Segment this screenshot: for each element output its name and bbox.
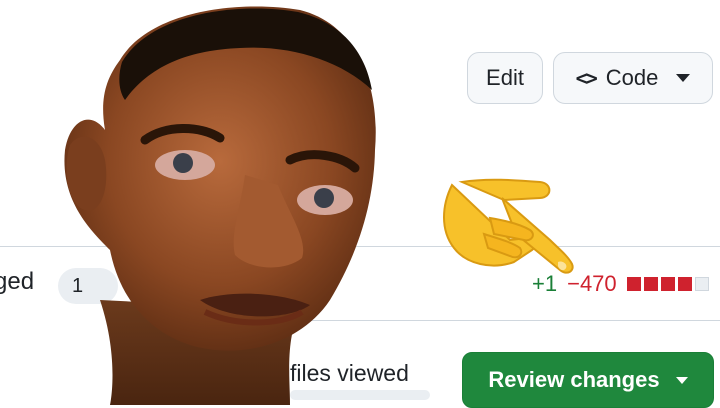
diffstat-square bbox=[626, 277, 641, 291]
edit-button[interactable]: Edit bbox=[467, 52, 543, 104]
diffstat-bar bbox=[626, 277, 709, 291]
code-label: Code bbox=[605, 65, 659, 90]
pointing-hand-icon bbox=[443, 178, 574, 274]
code-icon: <> bbox=[575, 66, 598, 90]
face-photo-overlay bbox=[64, 6, 376, 405]
review-changes-button[interactable]: Review changes bbox=[462, 352, 714, 408]
files-changed-label: ged bbox=[0, 268, 35, 295]
pull-request-page: Edit <> Code ged 1 +1 −470 files viewed … bbox=[0, 0, 720, 408]
diffstat-square bbox=[660, 277, 675, 291]
chevron-down-icon bbox=[675, 376, 688, 384]
chevron-down-icon bbox=[676, 74, 691, 82]
code-button[interactable]: <> Code bbox=[553, 52, 713, 104]
diffstat-square bbox=[643, 277, 658, 291]
edit-label: Edit bbox=[486, 65, 524, 90]
review-changes-label: Review changes bbox=[488, 367, 660, 392]
diffstat-square bbox=[677, 277, 692, 291]
diffstat-square bbox=[694, 277, 709, 291]
